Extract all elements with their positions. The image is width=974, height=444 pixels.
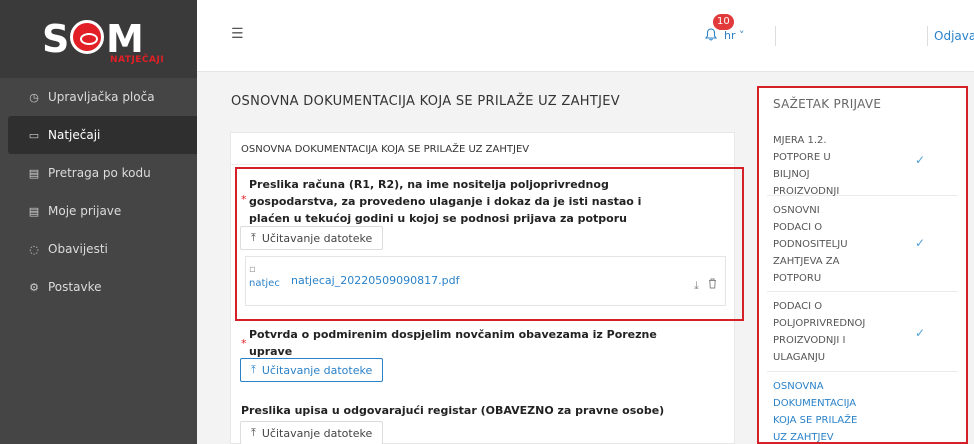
summary-step-line: OSNOVNA	[773, 381, 824, 392]
sidebar-item-label: Natječaji	[48, 128, 101, 142]
summary-title: SAŽETAK PRIJAVE	[773, 97, 882, 111]
language-selector[interactable]: hr ˅	[724, 29, 745, 42]
upload-icon: ⤒	[251, 426, 256, 439]
upload-button-label: Učitavanje datoteke	[261, 426, 373, 440]
summary-step-label: OSNOVNA DOKUMENTACIJA KOJA SE PRILAŽE UZ…	[773, 378, 893, 444]
summary-step-label: MJERA 1.2. POTPORE U BILJNOJ PROIZVODNJI	[773, 132, 893, 200]
gear-icon: ⚙	[29, 280, 39, 294]
summary-step-line: ULAGANJU	[773, 352, 826, 363]
app-root: S M NATJEČAJI ◷ Upravljačka ploča ▭ Natj…	[0, 0, 974, 444]
summary-step-line: ZAHTJEVA ZA	[773, 256, 840, 267]
document-title-line: Potvrda o podmirenim dospjelim novčanim …	[249, 328, 657, 341]
sidebar-item-label: Upravljačka ploča	[48, 90, 155, 104]
logo[interactable]: S M NATJEČAJI	[0, 0, 197, 78]
summary-step-line: PROIZVODNJI I	[773, 335, 846, 346]
summary-step-line: MJERA 1.2.	[773, 135, 827, 146]
upload-button[interactable]: ⤒ Učitavanje datoteke	[240, 421, 384, 444]
logout-link[interactable]: Odjava	[934, 29, 974, 43]
check-icon: ✓	[915, 236, 926, 250]
summary-step-label: PODACI O POLJOPRIVREDNOJ PROIZVODNJI I U…	[773, 298, 893, 366]
notifications-bell-icon[interactable]	[704, 28, 718, 45]
summary-step-line: PODACI O	[773, 301, 823, 312]
sidebar-item-my-applications[interactable]: ▤ Moje prijave	[0, 192, 197, 230]
summary-step-line: PODNOSITELJU	[773, 239, 848, 250]
summary-step-line: KOJA SE PRILAŽE	[773, 415, 858, 426]
page-title: OSNOVNA DOKUMENTACIJA KOJA SE PRILAŽE UZ…	[231, 94, 620, 109]
divider	[927, 26, 928, 46]
sidebar-item-label: Obavijesti	[48, 242, 108, 256]
summary-step[interactable]: MJERA 1.2. POTPORE U BILJNOJ PROIZVODNJI…	[767, 126, 958, 197]
bell-icon: ◌	[29, 242, 39, 256]
check-icon: ✓	[915, 326, 926, 340]
top-header: ☰ 10 hr ˅ Odjava	[197, 0, 974, 72]
summary-step-line: DOKUMENTACIJA	[773, 398, 857, 409]
sidebar: S M NATJEČAJI ◷ Upravljačka ploča ▭ Natj…	[0, 0, 197, 444]
logo-letter-s: S	[42, 17, 69, 61]
document-title: Preslika upisa u odgovarajući registar (…	[241, 402, 721, 419]
upload-button[interactable]: ⤒ Učitavanje datoteke	[240, 358, 384, 382]
sidebar-item-label: Pretraga po kodu	[48, 166, 151, 180]
summary-step-line: BILJNOJ	[773, 169, 810, 180]
sidebar-item-natjecaji[interactable]: ▭ Natječaji	[8, 116, 197, 154]
document-edit-icon: ▤	[28, 204, 40, 218]
logo-fish-icon	[70, 20, 104, 54]
summary-step-line: UZ ZAHTJEV	[773, 432, 834, 443]
application-summary: SAŽETAK PRIJAVE MJERA 1.2. POTPORE U BIL…	[757, 86, 968, 444]
logo-subtitle: NATJEČAJI	[110, 55, 165, 65]
summary-step-line: POTPORE U	[773, 152, 831, 163]
highlight-box	[235, 167, 744, 321]
summary-step-line: POLJOPRIVREDNOJ	[773, 318, 866, 329]
sidebar-item-label: Postavke	[48, 280, 102, 294]
menu-toggle-icon[interactable]: ☰	[231, 26, 244, 42]
sidebar-item-dashboard[interactable]: ◷ Upravljačka ploča	[0, 78, 197, 116]
document-title: Potvrda o podmirenim dospjelim novčanim …	[249, 326, 719, 360]
summary-step-line: POTPORU	[773, 273, 822, 284]
summary-step[interactable]: PODACI O POLJOPRIVREDNOJ PROIZVODNJI I U…	[767, 292, 958, 372]
check-icon: ✓	[915, 153, 926, 167]
document-icon: ▤	[28, 166, 40, 180]
dashboard-icon: ◷	[29, 90, 39, 104]
required-marker: *	[241, 337, 247, 350]
summary-step-active[interactable]: OSNOVNA DOKUMENTACIJA KOJA SE PRILAŽE UZ…	[767, 372, 958, 444]
card-header: OSNOVNA DOKUMENTACIJA KOJA SE PRILAŽE UZ…	[231, 133, 734, 165]
sidebar-item-label: Moje prijave	[48, 204, 122, 218]
summary-step-line: OSNOVNI	[773, 205, 820, 216]
summary-step-label: OSNOVNI PODACI O PODNOSITELJU ZAHTJEVA Z…	[773, 202, 893, 287]
document-title-line: Preslika upisa u odgovarajući registar (…	[241, 404, 665, 417]
sidebar-item-search-by-code[interactable]: ▤ Pretraga po kodu	[0, 154, 197, 192]
sidebar-item-settings[interactable]: ⚙ Postavke	[0, 268, 197, 306]
bell-svg	[704, 28, 718, 41]
sidebar-nav: ◷ Upravljačka ploča ▭ Natječaji ▤ Pretra…	[0, 78, 197, 306]
upload-icon: ⤒	[251, 363, 256, 376]
folder-icon: ▭	[28, 128, 40, 142]
summary-step-line: PODACI O	[773, 222, 823, 233]
summary-step[interactable]: OSNOVNI PODACI O PODNOSITELJU ZAHTJEVA Z…	[767, 196, 958, 292]
upload-button-label: Učitavanje datoteke	[261, 363, 373, 377]
divider	[775, 26, 776, 46]
notifications-badge: 10	[713, 14, 734, 30]
sidebar-item-notifications[interactable]: ◌ Obavijesti	[0, 230, 197, 268]
